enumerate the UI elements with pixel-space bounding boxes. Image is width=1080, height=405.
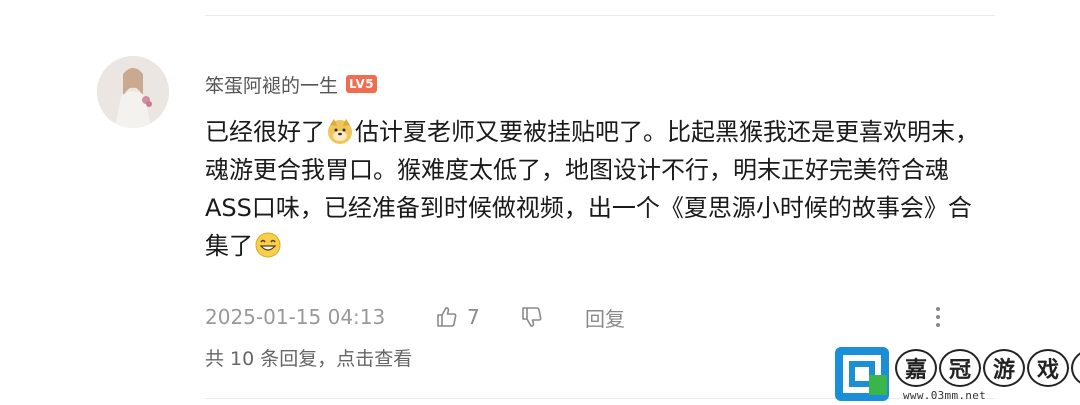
watermark-char: 网 <box>1071 349 1080 387</box>
watermark-char: 游 <box>983 349 1025 387</box>
like-count: 7 <box>467 305 480 329</box>
watermark-char: 戏 <box>1027 349 1069 387</box>
author-name[interactable]: 笨蛋阿褪的一生 <box>205 71 338 98</box>
timestamp: 2025-01-15 04:13 <box>205 305 386 329</box>
watermark-url: www.03mm.net <box>903 389 987 402</box>
watermark-logo-icon <box>835 347 889 401</box>
reply-button[interactable]: 回复 <box>585 303 665 332</box>
more-options-icon[interactable] <box>928 304 948 330</box>
top-divider <box>205 15 995 16</box>
comment-text: 已经很好了 估计夏老师又要被挂贴吧了。比起黑猴我还是更喜欢明末，魂游更合我胃口。… <box>205 113 995 265</box>
thumbs-down-icon <box>522 307 542 327</box>
dislike-button[interactable] <box>520 305 585 329</box>
grin-emoji-icon <box>255 232 281 258</box>
comment-page: 笨蛋阿褪的一生 LV5 已经很好了 估计夏老师又要被挂贴吧了。比起黑猴我还是更喜… <box>0 0 1080 405</box>
watermark-title: 嘉 冠 游 戏 网 <box>895 349 1080 387</box>
author-row: 笨蛋阿褪的一生 LV5 <box>205 70 378 98</box>
comment-text-part1: 已经很好了 <box>205 118 325 146</box>
doge-emoji-icon <box>328 119 352 144</box>
watermark-char: 嘉 <box>895 349 937 387</box>
comment-meta: 2025-01-15 04:13 7 回复 <box>205 300 955 334</box>
reply-label: 回复 <box>585 306 625 331</box>
level-badge: LV5 <box>346 75 378 93</box>
thumbs-up-icon <box>437 307 457 327</box>
avatar[interactable] <box>97 56 169 128</box>
watermark-char: 冠 <box>939 349 981 387</box>
like-button[interactable]: 7 <box>435 305 520 329</box>
view-replies-link[interactable]: 共 10 条回复，点击查看 <box>205 344 412 371</box>
site-watermark: 嘉 冠 游 戏 网 www.03mm.net <box>833 345 1080 403</box>
